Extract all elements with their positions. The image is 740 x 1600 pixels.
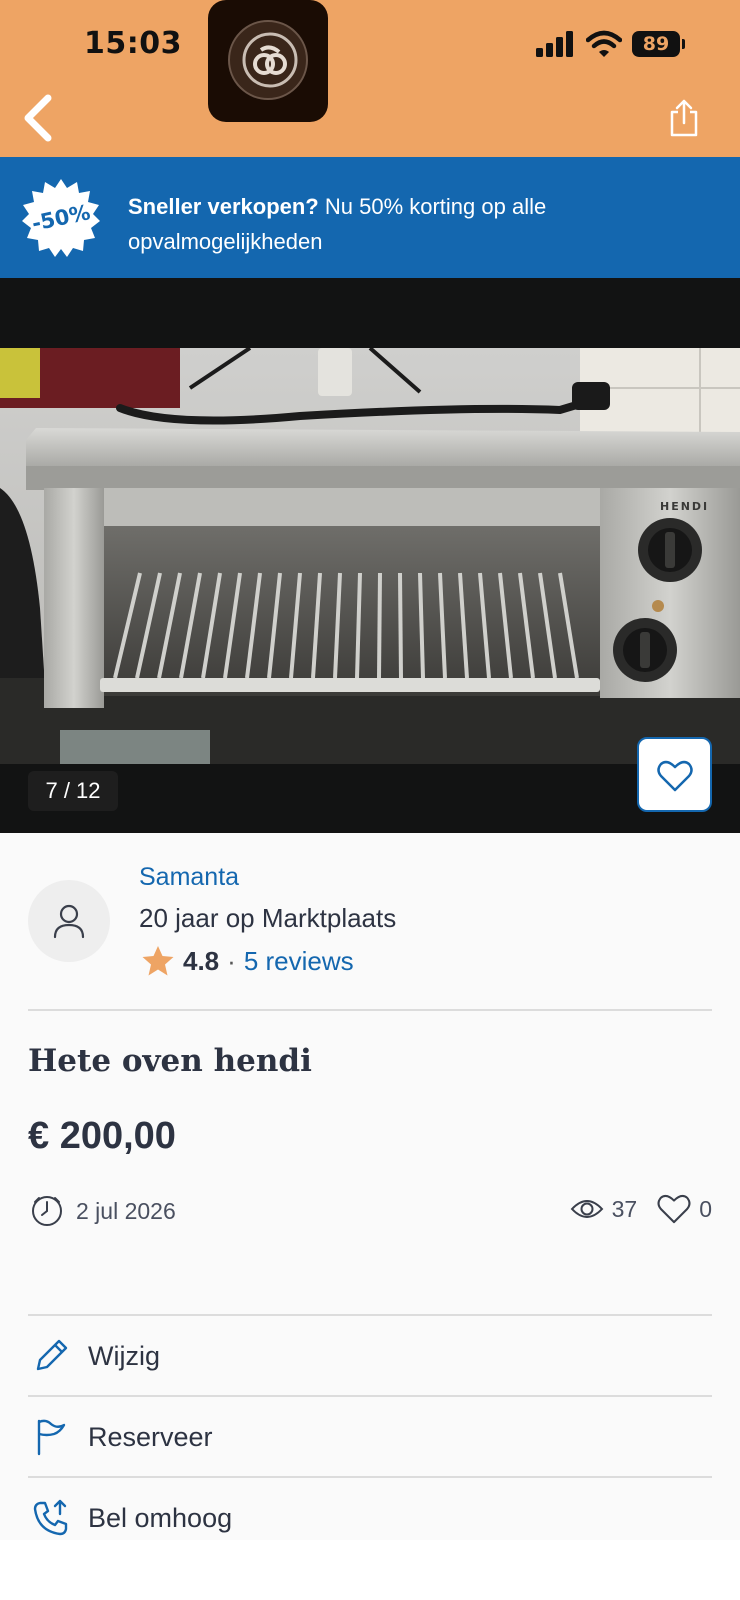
reserve-button[interactable]: Reserveer xyxy=(28,1397,712,1477)
favorites-count: 0 xyxy=(699,1195,712,1222)
eye-icon xyxy=(570,1200,603,1218)
listing-date-row: 2 jul 2026 xyxy=(30,1194,176,1228)
brand-text: HENDI xyxy=(660,500,709,513)
star-icon xyxy=(142,946,174,976)
status-icons: 89 xyxy=(536,30,685,58)
image-counter: 7 / 12 xyxy=(28,771,118,811)
dynamic-island xyxy=(208,0,328,122)
share-icon xyxy=(670,99,698,137)
rating-value: 4.8 xyxy=(183,945,220,976)
pencil-icon xyxy=(36,1339,68,1371)
chevron-left-icon xyxy=(24,94,52,142)
rating-separator: · xyxy=(227,945,236,976)
bump-up-label: Bel omhoog xyxy=(88,1502,233,1533)
listing-stats: 37 0 xyxy=(570,1194,712,1224)
promo-banner[interactable]: -50% Sneller verkopen? Nu 50% korting op… xyxy=(0,157,740,278)
avatar[interactable] xyxy=(28,880,110,962)
listing-title: Hete oven hendi xyxy=(28,1043,312,1079)
views-count: 37 xyxy=(611,1195,638,1222)
flag-icon xyxy=(37,1419,66,1456)
reserve-label: Reserveer xyxy=(88,1421,213,1452)
heart-icon xyxy=(657,760,693,792)
promo-text: Sneller verkopen? Nu 50% korting op alle… xyxy=(128,189,688,259)
listing-date: 2 jul 2026 xyxy=(76,1197,176,1224)
listing-photo[interactable]: HENDI xyxy=(0,348,740,764)
heart-outline-icon xyxy=(657,1194,691,1224)
rating-row: 4.8 · 5 reviews xyxy=(141,945,354,977)
status-time: 15:03 xyxy=(84,26,182,61)
seller-section[interactable]: Samanta 20 jaar op Marktplaats 4.8 · 5 r… xyxy=(0,833,740,1011)
bottom-area xyxy=(0,1540,740,1600)
seller-membership: 20 jaar op Marktplaats xyxy=(139,903,397,933)
app-logo-icon xyxy=(228,20,308,100)
reviews-link[interactable]: 5 reviews xyxy=(244,946,354,977)
image-gallery[interactable]: HENDI 7 / 12 xyxy=(0,278,740,833)
battery-indicator: 89 xyxy=(632,31,685,57)
discount-badge-text: -50% xyxy=(29,200,93,236)
edit-label: Wijzig xyxy=(88,1340,160,1371)
seller-name-link[interactable]: Samanta xyxy=(139,863,239,892)
clock-icon xyxy=(32,1196,62,1226)
promo-bold-text: Sneller verkopen? xyxy=(128,194,319,219)
favorite-button[interactable] xyxy=(637,737,712,812)
divider xyxy=(28,1009,712,1011)
listing-price: € 200,00 xyxy=(28,1115,176,1157)
phone-up-icon xyxy=(33,1499,68,1536)
signal-icon xyxy=(536,31,573,57)
user-icon xyxy=(53,904,85,939)
wifi-icon xyxy=(586,30,622,57)
share-button[interactable] xyxy=(668,98,700,138)
back-button[interactable] xyxy=(18,94,58,142)
edit-button[interactable]: Wijzig xyxy=(28,1316,712,1396)
top-bar: 15:03 89 xyxy=(0,0,740,157)
